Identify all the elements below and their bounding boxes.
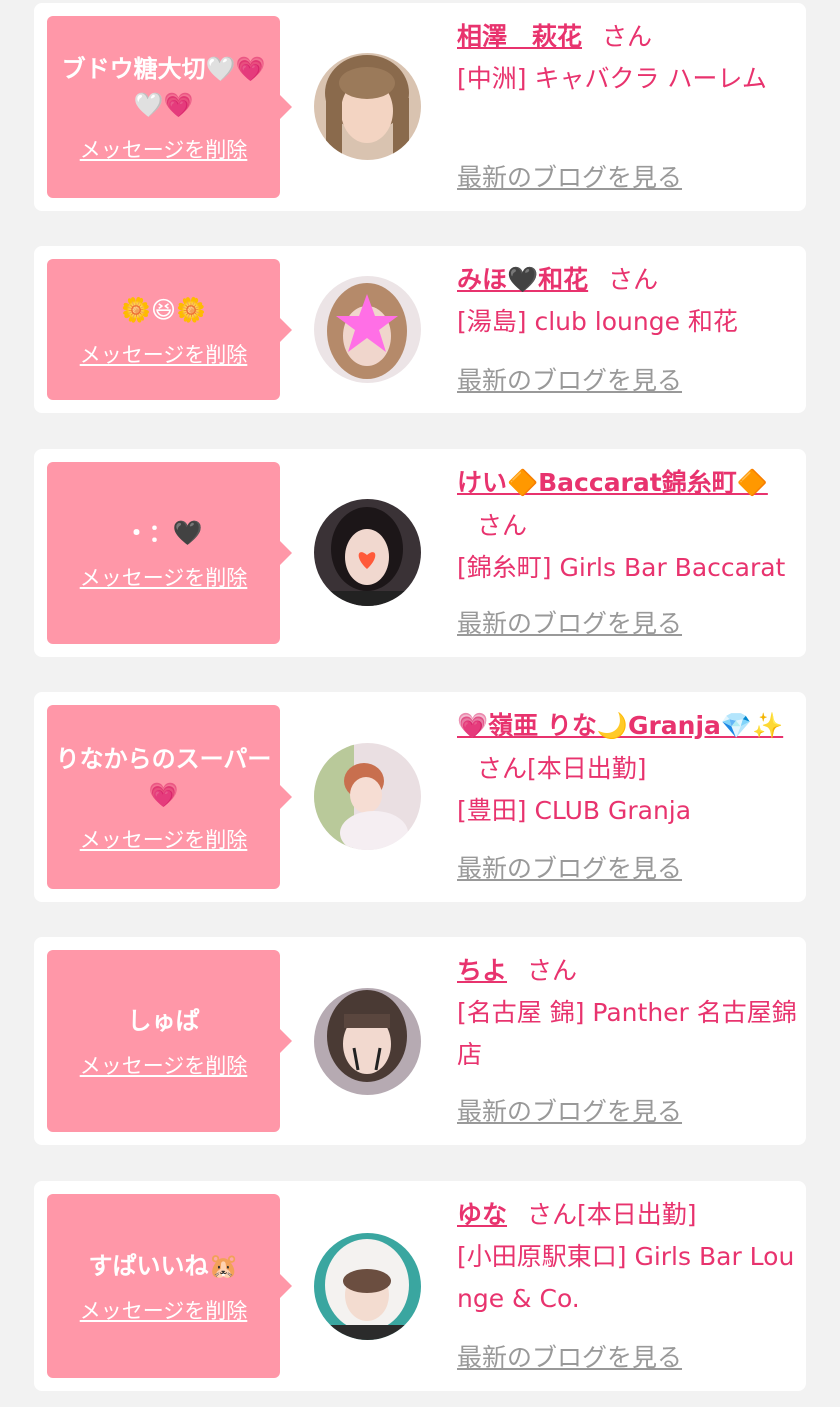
status-text: [本日出勤]: [527, 754, 647, 783]
cast-info: 💗嶺亜 りな🌙Granja💎✨ さん[本日出勤] [豊田] CLUB Granja: [457, 704, 802, 832]
cast-name-link[interactable]: みほ🖤和花: [457, 265, 588, 294]
honorific: さん: [608, 265, 659, 294]
status-text: [本日出勤]: [577, 1200, 697, 1229]
delete-message-link[interactable]: メッセージを削除: [80, 1298, 248, 1324]
message-bubble: ・：🖤 メッセージを削除: [47, 462, 292, 644]
shop-name: [豊田] CLUB Granja: [457, 796, 692, 825]
cast-info: みほ🖤和花 さん [湯島] club lounge 和花: [457, 258, 802, 343]
avatar[interactable]: [314, 53, 421, 160]
message-bubble: りなからのスーパー💗 メッセージを削除: [47, 705, 292, 889]
blog-link[interactable]: 最新のブログを見る: [457, 163, 682, 193]
honorific: さん: [477, 754, 528, 783]
shop-name: [錦糸町] Girls Bar Baccarat: [457, 553, 786, 582]
honorific: さん: [602, 22, 653, 51]
cast-info: けい🔶Baccarat錦糸町🔶 さん [錦糸町] Girls Bar Baccar…: [457, 461, 802, 589]
avatar[interactable]: [314, 499, 421, 606]
cast-info: ゆな さん[本日出勤] [小田原駅東口] Girls Bar Lounge & C…: [457, 1193, 802, 1320]
message-text: 🌼😆🌼: [121, 295, 206, 324]
shop-name: [小田原駅東口] Girls Bar Lounge & Co.: [457, 1242, 795, 1313]
message-text: ブドウ糖大切🤍💗🤍💗: [61, 55, 266, 119]
honorific: さん: [527, 1200, 578, 1229]
avatar[interactable]: [314, 988, 421, 1095]
cast-card: ・：🖤 メッセージを削除 けい🔶Baccarat錦糸町🔶 さん [錦糸町] Gir…: [34, 449, 806, 657]
cast-info: ちよ さん [名古屋 錦] Panther 名古屋錦店: [457, 949, 802, 1076]
delete-message-link[interactable]: メッセージを削除: [80, 827, 248, 853]
shop-name: [中洲] キャバクラ ハーレム: [457, 64, 767, 93]
cast-card: 🌼😆🌼 メッセージを削除 みほ🖤和花 さん [湯島] club lounge 和花…: [34, 246, 806, 413]
shop-name: [湯島] club lounge 和花: [457, 307, 738, 336]
delete-message-link[interactable]: メッセージを削除: [80, 1053, 248, 1079]
favorite-cast-list: ブドウ糖大切🤍💗🤍💗 メッセージを削除 相澤 萩花 さん [中洲] キャバクラ ハ…: [0, 0, 840, 1407]
shop-name: [名古屋 錦] Panther 名古屋錦店: [457, 998, 797, 1069]
message-bubble: ブドウ糖大切🤍💗🤍💗 メッセージを削除: [47, 16, 292, 198]
blog-link[interactable]: 最新のブログを見る: [457, 609, 682, 639]
blog-link[interactable]: 最新のブログを見る: [457, 854, 682, 884]
cast-card: しゅぱ メッセージを削除 ちよ さん [名古屋 錦] Panther 名古屋錦店 …: [34, 937, 806, 1145]
message-bubble: 🌼😆🌼 メッセージを削除: [47, 259, 292, 400]
cast-card: りなからのスーパー💗 メッセージを削除 💗嶺亜 りな🌙Granja💎✨ さん[本日…: [34, 692, 806, 902]
delete-message-link[interactable]: メッセージを削除: [80, 137, 248, 163]
blog-link[interactable]: 最新のブログを見る: [457, 366, 682, 396]
blog-link[interactable]: 最新のブログを見る: [457, 1343, 682, 1373]
honorific: さん: [527, 956, 578, 985]
message-text: ・：🖤: [124, 519, 203, 547]
cast-name-link[interactable]: 相澤 萩花: [457, 22, 582, 51]
blog-link[interactable]: 最新のブログを見る: [457, 1097, 682, 1127]
cast-card: すぱいいね🐹 メッセージを削除 ゆな さん[本日出勤] [小田原駅東口] Girl…: [34, 1181, 806, 1391]
cast-card: ブドウ糖大切🤍💗🤍💗 メッセージを削除 相澤 萩花 さん [中洲] キャバクラ ハ…: [34, 3, 806, 211]
avatar[interactable]: [314, 1233, 421, 1340]
delete-message-link[interactable]: メッセージを削除: [80, 565, 248, 591]
cast-name-link[interactable]: ゆな: [457, 1200, 507, 1229]
cast-name-link[interactable]: ちよ: [457, 956, 507, 985]
message-text: りなからのスーパー💗: [55, 745, 272, 809]
avatar[interactable]: [314, 276, 421, 383]
cast-name-link[interactable]: 💗嶺亜 りな🌙Granja💎✨: [457, 711, 783, 740]
message-text: すぱいいね🐹: [88, 1252, 239, 1280]
cast-info: 相澤 萩花 さん [中洲] キャバクラ ハーレム: [457, 15, 802, 100]
message-bubble: しゅぱ メッセージを削除: [47, 950, 292, 1132]
honorific: さん: [477, 511, 528, 540]
message-text: しゅぱ: [127, 1007, 200, 1035]
delete-message-link[interactable]: メッセージを削除: [80, 342, 248, 368]
cast-name-link[interactable]: けい🔶Baccarat錦糸町🔶: [457, 468, 768, 497]
avatar[interactable]: [314, 743, 421, 850]
message-bubble: すぱいいね🐹 メッセージを削除: [47, 1194, 292, 1378]
